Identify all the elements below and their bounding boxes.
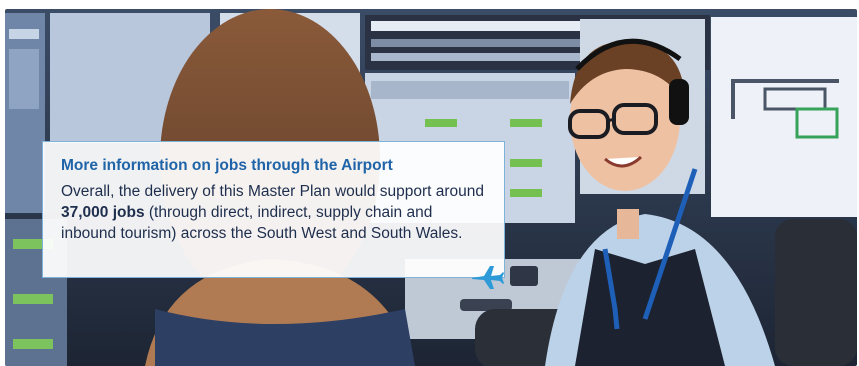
page: More information on jobs through the Air… [0, 0, 859, 366]
jobs-info-box: More information on jobs through the Air… [42, 141, 505, 278]
info-title: More information on jobs through the Air… [61, 157, 393, 174]
info-body: Overall, the delivery of this Master Pla… [61, 181, 486, 244]
airplane-icon [470, 264, 504, 290]
jobs-highlight: 37,000 jobs [61, 204, 145, 221]
info-body-intro: Overall, the delivery of this Master Pla… [61, 183, 485, 200]
